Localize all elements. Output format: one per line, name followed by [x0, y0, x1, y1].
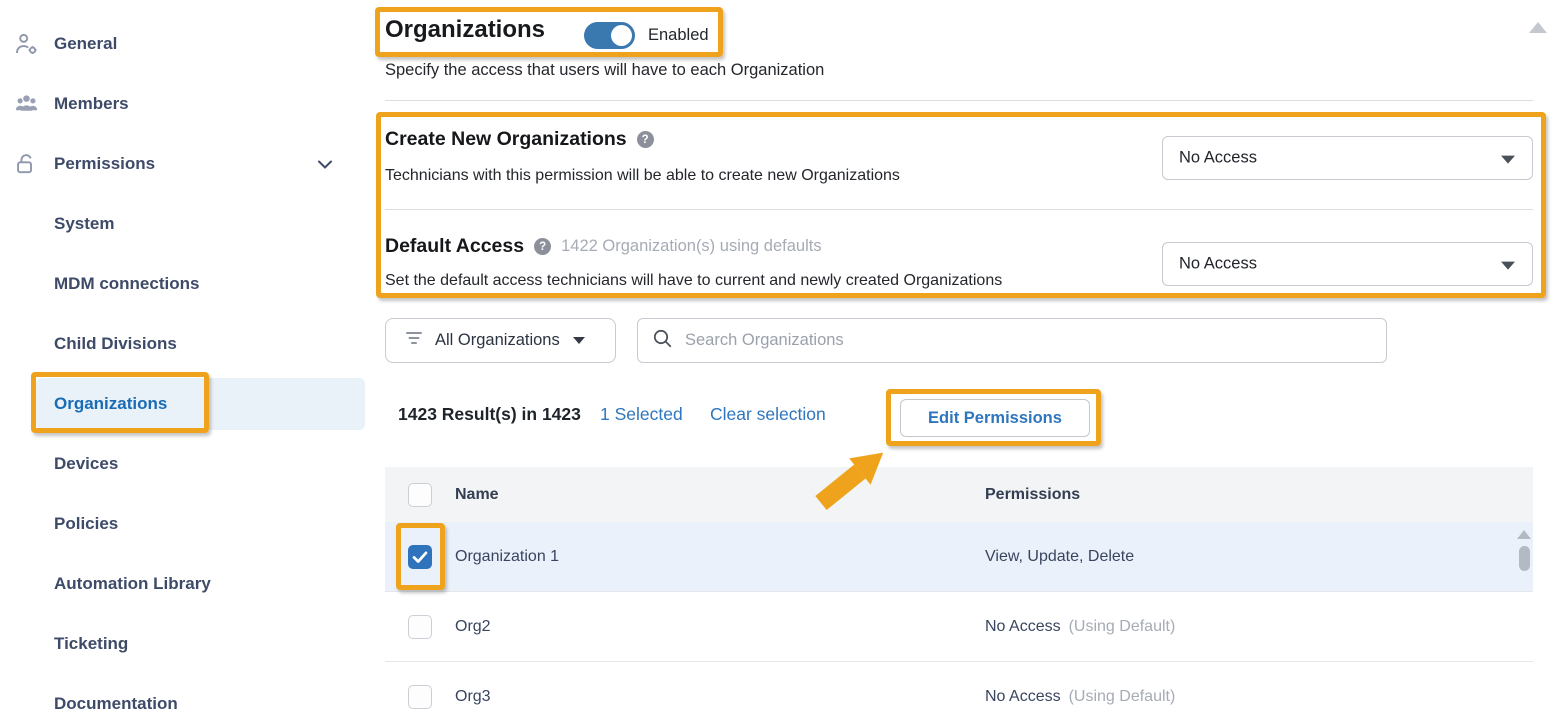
table-row[interactable]: Org3 No Access(Using Default)	[385, 662, 1533, 727]
column-header-permissions: Permissions	[985, 486, 1080, 504]
sidebar-item-label: Policies	[54, 514, 118, 534]
page-scroll-up-arrow[interactable]	[1529, 22, 1547, 33]
sidebar-item-label: Members	[54, 94, 129, 114]
sidebar-item-system[interactable]: System	[0, 202, 365, 246]
help-icon[interactable]: ?	[637, 131, 654, 148]
filter-label: All Organizations	[435, 331, 560, 350]
permission-note: (Using Default)	[1069, 688, 1176, 705]
sidebar-item-ticketing[interactable]: Ticketing	[0, 622, 365, 666]
select-all-checkbox[interactable]	[408, 483, 432, 507]
sidebar-item-members[interactable]: Members	[0, 82, 365, 126]
caret-down-icon	[573, 337, 585, 344]
table-row[interactable]: Organization 1 View, Update, Delete	[385, 522, 1533, 592]
caret-down-icon	[1501, 156, 1515, 164]
sidebar-item-label: General	[54, 34, 117, 54]
sidebar-item-organizations[interactable]: Organizations	[0, 382, 365, 426]
sidebar-item-label: Ticketing	[54, 634, 128, 654]
sidebar-item-child-divisions[interactable]: Child Divisions	[0, 322, 365, 366]
default-access-heading: Default Access ? 1422 Organization(s) us…	[385, 235, 822, 258]
org-name: Org2	[455, 618, 491, 636]
sidebar-item-devices[interactable]: Devices	[0, 442, 365, 486]
table-scrollbar[interactable]	[1516, 530, 1532, 571]
dropdown-value: No Access	[1179, 255, 1257, 274]
sidebar-item-mdm-connections[interactable]: MDM connections	[0, 262, 365, 306]
page-title: Organizations	[385, 16, 545, 44]
organizations-enabled-toggle[interactable]	[584, 22, 635, 49]
org-permissions: No Access(Using Default)	[985, 618, 1175, 636]
section-title: Default Access	[385, 235, 524, 258]
org-permissions: No Access(Using Default)	[985, 688, 1175, 706]
sidebar-item-label: MDM connections	[54, 274, 199, 294]
toggle-state-label: Enabled	[648, 26, 709, 45]
sidebar-item-label: Documentation	[54, 694, 178, 714]
scroll-up-icon[interactable]	[1517, 530, 1531, 539]
sidebar-item-documentation[interactable]: Documentation	[0, 682, 365, 726]
sidebar-item-label: Permissions	[54, 154, 155, 174]
clear-selection-link[interactable]: Clear selection	[710, 404, 826, 425]
edit-permissions-button[interactable]: Edit Permissions	[900, 399, 1090, 437]
lock-open-icon	[13, 151, 40, 178]
table-row[interactable]: Org2 No Access(Using Default)	[385, 592, 1533, 662]
people-icon	[13, 91, 40, 118]
chevron-down-icon[interactable]	[313, 152, 337, 176]
results-count: 1423 Result(s) in 1423	[398, 404, 581, 425]
row-checkbox[interactable]	[408, 615, 432, 639]
selected-count-link[interactable]: 1 Selected	[600, 404, 683, 425]
permission-note: (Using Default)	[1069, 618, 1176, 635]
default-section-description: Set the default access technicians will …	[385, 272, 1002, 290]
org-name: Organization 1	[455, 548, 559, 566]
org-permissions: View, Update, Delete	[985, 548, 1142, 566]
default-access-dropdown[interactable]: No Access	[1162, 242, 1533, 286]
divider	[385, 209, 1533, 210]
create-access-dropdown[interactable]: No Access	[1162, 136, 1533, 180]
page-subtitle: Specify the access that users will have …	[385, 61, 824, 80]
sidebar-item-label: Automation Library	[54, 574, 211, 594]
divider	[385, 100, 1533, 101]
person-gear-icon	[13, 31, 40, 58]
sidebar-item-label: System	[54, 214, 114, 234]
search-icon	[652, 328, 673, 354]
column-header-name: Name	[455, 486, 499, 504]
create-section-description: Technicians with this permission will be…	[385, 167, 900, 185]
scrollbar-thumb[interactable]	[1519, 546, 1530, 571]
create-new-organizations-heading: Create New Organizations ?	[385, 128, 654, 151]
org-name: Org3	[455, 688, 491, 706]
table-header: Name Permissions	[385, 467, 1533, 522]
sidebar-item-automation-library[interactable]: Automation Library	[0, 562, 365, 606]
sidebar-item-label: Child Divisions	[54, 334, 177, 354]
filter-icon	[404, 329, 424, 352]
sidebar-item-label: Devices	[54, 454, 118, 474]
toggle-knob	[611, 25, 632, 46]
caret-down-icon	[1501, 262, 1515, 270]
organizations-table: Name Permissions Organization 1 View, Up…	[385, 467, 1533, 727]
sidebar-item-label: Organizations	[54, 394, 167, 414]
settings-sidebar: General Members Permissions	[0, 0, 365, 727]
search-input[interactable]	[685, 331, 1372, 350]
search-organizations-box	[637, 318, 1387, 363]
row-checkbox[interactable]	[408, 545, 432, 569]
dropdown-value: No Access	[1179, 149, 1257, 168]
organizations-filter-dropdown[interactable]: All Organizations	[385, 318, 616, 363]
sidebar-item-general[interactable]: General	[0, 22, 365, 66]
sidebar-item-permissions[interactable]: Permissions	[0, 142, 365, 186]
help-icon[interactable]: ?	[534, 238, 551, 255]
row-checkbox[interactable]	[408, 685, 432, 709]
settings-page: General Members Permissions	[0, 0, 1557, 727]
section-title: Create New Organizations	[385, 128, 627, 151]
sidebar-item-policies[interactable]: Policies	[0, 502, 365, 546]
defaults-count-text: 1422 Organization(s) using defaults	[561, 237, 822, 256]
